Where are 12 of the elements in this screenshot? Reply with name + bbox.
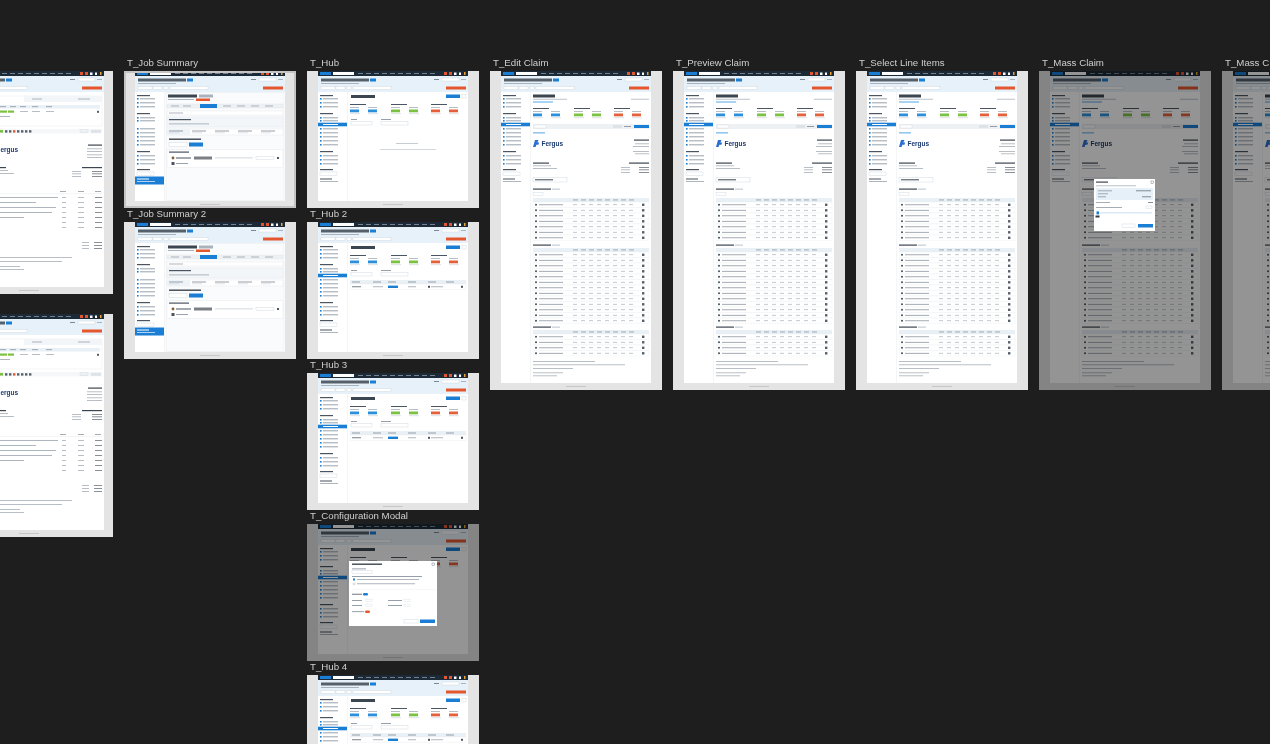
- frame-title: T_Hub: [310, 57, 340, 69]
- frame-title: T_Hub 4: [310, 661, 348, 673]
- frame-title: T_Select Line Items: [859, 57, 945, 69]
- frame-title: T_Edit Claim: [493, 57, 549, 69]
- frame-title: T_Mass Claim: [1042, 57, 1104, 69]
- frame-title: T_Hub 2: [310, 208, 348, 220]
- frame-title: T_Job Summary 2: [127, 208, 207, 220]
- frame-title: T_Configuration Modal: [310, 510, 408, 522]
- frame-title: T_Hub 3: [310, 359, 348, 371]
- frame-title: T_Mass C: [1225, 57, 1270, 69]
- frame-title: T_Preview Claim: [676, 57, 750, 69]
- frame-title: T_Job Summary: [127, 57, 199, 69]
